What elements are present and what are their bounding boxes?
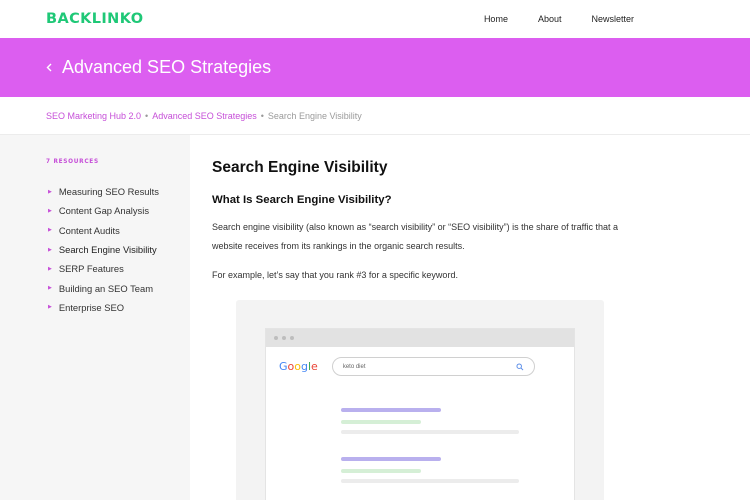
chevron-left-icon[interactable] <box>46 61 52 75</box>
search-query: keto diet <box>342 363 366 370</box>
window-dot-icon <box>274 336 278 340</box>
sidebar-item-label: Search Engine Visibility <box>58 244 157 256</box>
browser-window-illustration: Google keto diet <box>266 329 574 500</box>
breadcrumb-separator: • <box>260 110 264 121</box>
result-url-bar <box>341 420 421 424</box>
search-engine-logo: Google <box>279 360 318 373</box>
triangle-right-icon: ▶ <box>48 188 52 195</box>
brand-logo[interactable]: BACKLINKO <box>46 11 143 27</box>
triangle-right-icon: ▶ <box>48 265 52 272</box>
search-box-illustration: keto diet <box>331 357 535 376</box>
main-area: 7 RESOURCES ▶ Measuring SEO Results ▶ Cont… <box>0 135 750 500</box>
sidebar-item-content-gap-analysis[interactable]: ▶ Content Gap Analysis <box>46 201 190 220</box>
main-nav: Home About Newsletter <box>484 14 634 24</box>
breadcrumb: SEO Marketing Hub 2.0 • Advanced SEO Str… <box>0 97 750 135</box>
result-text-bar <box>341 479 519 483</box>
hero-banner: Advanced SEO Strategies <box>0 38 750 97</box>
article-content: Search Engine Visibility What Is Search … <box>190 135 750 500</box>
sidebar-item-measuring-seo-results[interactable]: ▶ Measuring SEO Results <box>46 182 190 201</box>
nav-newsletter-link[interactable]: Newsletter <box>591 14 634 24</box>
article-heading: What Is Search Engine Visibility? <box>212 194 392 206</box>
sidebar-item-enterprise-seo[interactable]: ▶ Enterprise SEO <box>46 298 190 317</box>
serp-illustration: Google keto diet <box>236 300 604 500</box>
browser-titlebar <box>266 329 574 347</box>
article-paragraph: For example, let’s say that you rank #3 … <box>212 270 458 280</box>
article-title: Search Engine Visibility <box>212 159 388 176</box>
result-title-bar <box>341 457 441 461</box>
triangle-right-icon: ▶ <box>48 227 52 234</box>
sidebar-item-label: Building an SEO Team <box>58 282 154 294</box>
triangle-right-icon: ▶ <box>48 207 52 214</box>
nav-home-link[interactable]: Home <box>484 14 508 24</box>
window-dot-icon <box>290 336 294 340</box>
sidebar-item-building-an-seo-team[interactable]: ▶ Building an SEO Team <box>46 278 190 297</box>
breadcrumb-link-hub[interactable]: SEO Marketing Hub 2.0 <box>46 111 141 121</box>
result-url-bar <box>341 469 421 473</box>
sidebar-item-search-engine-visibility[interactable]: ▶ Search Engine Visibility <box>46 240 190 259</box>
result-text-bar <box>341 430 519 434</box>
sidebar-item-serp-features[interactable]: ▶ SERP Features <box>46 259 190 278</box>
sidebar-item-label: Content Audits <box>58 224 120 236</box>
sidebar-item-label: Content Gap Analysis <box>58 205 150 217</box>
hero-title: Advanced SEO Strategies <box>62 57 272 77</box>
breadcrumb-separator: • <box>145 110 149 121</box>
magnifier-icon <box>516 362 524 370</box>
breadcrumb-current: Search Engine Visibility <box>267 110 362 121</box>
top-bar: BACKLINKO Home About Newsletter <box>0 0 750 38</box>
nav-about-link[interactable]: About <box>538 14 562 24</box>
result-title-bar <box>341 408 441 412</box>
breadcrumb-link-advanced[interactable]: Advanced SEO Strategies <box>152 111 257 121</box>
resources-sidebar: 7 RESOURCES ▶ Measuring SEO Results ▶ Cont… <box>0 135 190 500</box>
triangle-right-icon: ▶ <box>48 304 52 311</box>
article-paragraph: Search engine visibility (also known as … <box>212 222 618 251</box>
sidebar-item-content-audits[interactable]: ▶ Content Audits <box>46 221 190 240</box>
triangle-right-icon: ▶ <box>48 285 52 292</box>
search-header: Google keto diet <box>266 347 574 376</box>
resources-count: 7 RESOURCES <box>46 159 99 165</box>
resources-list: ▶ Measuring SEO Results ▶ Content Gap Anal… <box>46 182 190 317</box>
sidebar-item-label: Enterprise SEO <box>58 301 124 313</box>
sidebar-item-label: SERP Features <box>58 263 124 275</box>
window-dot-icon <box>282 336 286 340</box>
sidebar-item-label: Measuring SEO Results <box>58 186 159 198</box>
triangle-right-icon: ▶ <box>48 246 52 253</box>
